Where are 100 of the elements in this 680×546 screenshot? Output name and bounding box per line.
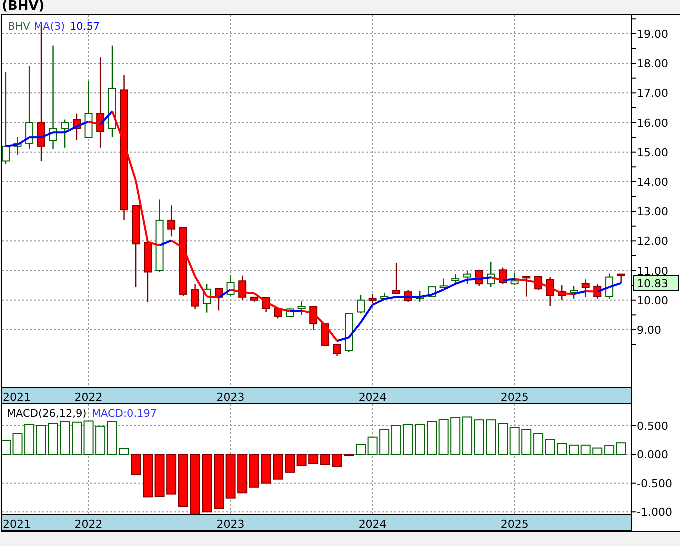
axis-label: 2025 — [500, 391, 529, 404]
macd-bar — [474, 420, 484, 456]
macd-bar — [308, 454, 319, 464]
candlestick — [72, 114, 81, 141]
candlestick — [392, 263, 401, 294]
axis-label: 11.00 — [637, 264, 668, 278]
axis-label: 18.00 — [637, 58, 668, 71]
macd-bar — [24, 424, 35, 456]
axis-label: 17.00 — [637, 87, 668, 100]
macd-bar — [131, 454, 142, 476]
candlestick — [14, 138, 22, 156]
candlestick — [606, 274, 614, 299]
macd-bar — [522, 429, 532, 456]
candlestick — [570, 286, 578, 299]
axis-label: -0.500 — [637, 477, 672, 490]
axis-label: 2024 — [358, 518, 387, 531]
macd-bar — [498, 423, 508, 456]
candlestick — [345, 313, 354, 352]
candlestick — [558, 286, 566, 300]
axis-label: 15.00 — [637, 146, 668, 160]
axis-label: 2022 — [74, 518, 103, 531]
axis-label: 10.00 — [637, 294, 668, 308]
macd-bar — [545, 439, 556, 456]
candlestick — [510, 273, 519, 286]
candlestick — [322, 324, 330, 346]
legend-symbol: BHV — [8, 21, 30, 33]
macd-bar — [108, 421, 118, 456]
macd-bar — [154, 454, 165, 498]
candlestick — [238, 276, 247, 300]
macd-bar — [250, 454, 260, 488]
macd-bar — [273, 454, 284, 480]
axis-label: 12.00 — [637, 235, 668, 248]
macd-bar — [226, 454, 236, 499]
axis-label: 2023 — [216, 391, 245, 404]
candlestick — [262, 297, 270, 312]
axis-label: 19.00 — [637, 28, 668, 41]
macd-bar — [320, 454, 331, 466]
candlestick — [452, 274, 460, 286]
axis-label: 2024 — [358, 391, 387, 404]
axis-label: 2025 — [500, 518, 529, 531]
axis-label: 14.00 — [637, 176, 668, 189]
macd-bar — [344, 454, 354, 456]
axis-label: -1.000 — [637, 506, 672, 520]
candlestick — [487, 262, 496, 288]
macd-bar — [48, 423, 58, 456]
axis-label: 2021 — [3, 391, 31, 404]
candlestick — [357, 295, 366, 314]
candlestick — [440, 278, 448, 288]
axis-label: 9.00 — [637, 324, 662, 337]
macd-bar — [392, 425, 402, 456]
candlestick — [215, 288, 223, 311]
candlestick — [368, 294, 377, 304]
candlestick — [582, 280, 590, 298]
macd-bar — [427, 421, 438, 456]
macd-bar — [403, 424, 414, 456]
macd-bar — [616, 442, 626, 456]
chart-title: (BHV) — [1, 0, 46, 14]
macd-bar — [569, 444, 580, 456]
candlestick — [522, 276, 531, 297]
macd-bar — [84, 420, 94, 456]
candlestick — [180, 227, 188, 296]
macd-bar — [486, 420, 496, 456]
candlestick — [274, 308, 282, 319]
axis-label: 2023 — [216, 518, 245, 531]
macd-bar — [119, 448, 130, 456]
macd-bar — [190, 454, 200, 516]
macd-bar — [592, 448, 603, 456]
macd-bar — [36, 425, 46, 456]
axis-label: 2021 — [3, 518, 31, 531]
macd-bar — [332, 454, 342, 468]
macd-bar — [557, 443, 568, 456]
macd-bar — [415, 424, 426, 456]
candlestick — [298, 300, 306, 316]
macd-bar — [60, 421, 70, 456]
macd-bar — [214, 454, 224, 510]
candlestick — [333, 344, 342, 356]
macd-bar — [96, 426, 106, 456]
candlestick — [380, 292, 389, 300]
candlestick — [144, 242, 152, 302]
macd-bar — [202, 454, 212, 513]
price-tag: 10.83 — [634, 275, 680, 292]
axis-label: 13.00 — [637, 206, 668, 219]
axis-label: 2022 — [74, 391, 103, 404]
macd-bar — [238, 454, 248, 494]
macd-bar — [72, 422, 82, 456]
macd-bar — [380, 429, 390, 456]
macd-bar — [450, 417, 461, 456]
candlestick — [416, 292, 424, 302]
candlestick — [594, 284, 602, 299]
macd-bar — [178, 454, 188, 508]
candlestick — [203, 284, 212, 313]
candlestick — [250, 296, 258, 302]
candlestick — [546, 277, 554, 306]
macd-bar — [580, 444, 591, 456]
candlestick — [617, 274, 626, 284]
candlestick — [499, 268, 508, 284]
macd-bar — [604, 445, 615, 456]
axis-label: 16.00 — [637, 116, 668, 130]
legend-value: 10.57 — [70, 21, 100, 33]
candlestick — [464, 271, 472, 284]
